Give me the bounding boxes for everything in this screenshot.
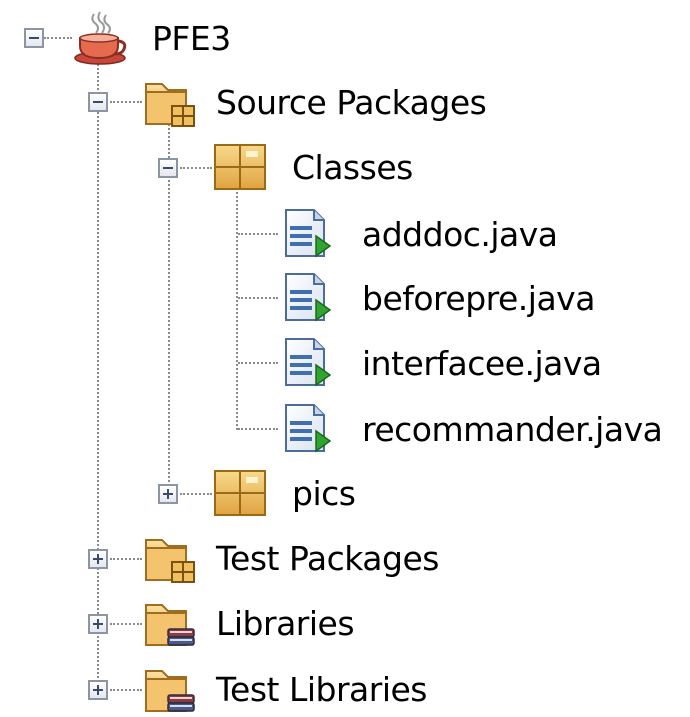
expand-test-packages-toggle[interactable] [88,549,108,569]
tree-connector [236,192,238,430]
tree-connector [238,428,278,430]
tree-node-label: Source Packages [216,82,487,122]
tree-connector [180,493,212,495]
libraries-folder-icon [145,604,195,646]
collapse-classes-toggle[interactable] [158,158,178,178]
tree-node-classes[interactable]: Classes [212,139,413,195]
collapse-source-packages-toggle[interactable] [88,92,108,112]
tree-connector [110,101,142,103]
tree-node-java-file[interactable]: beforepre.java [280,270,595,326]
java-file-icon [285,273,332,322]
test-libraries-folder-icon [145,670,195,712]
tree-connector [44,37,72,39]
tree-node-test-packages[interactable]: Test Packages [142,530,439,586]
tree-node-label: Test Packages [216,538,439,578]
tree-node-label: beforepre.java [362,278,595,318]
tree-node-label: recommander.java [362,409,663,449]
tree-connector [238,297,278,299]
tree-node-label: adddoc.java [362,214,558,254]
tree-node-label: Test Libraries [216,669,428,709]
tree-connector [238,362,278,364]
tree-node-test-libraries[interactable]: Test Libraries [142,661,428,717]
collapse-project-toggle[interactable] [24,28,44,48]
tree-connector [180,167,212,169]
tree-node-pics[interactable]: pics [212,465,356,521]
test-packages-folder-icon [145,539,195,583]
tree-connector [238,233,278,235]
tree-connector [97,60,99,690]
expand-libraries-toggle[interactable] [88,614,108,634]
tree-node-label: Classes [292,147,413,187]
expand-pics-toggle[interactable] [158,484,178,504]
tree-node-java-file[interactable]: recommander.java [280,401,663,457]
tree-node-java-file[interactable]: interfacee.java [280,335,602,391]
java-file-icon [285,404,332,453]
tree-connector [168,124,170,494]
tree-node-source-packages[interactable]: Source Packages [142,74,487,130]
source-packages-folder-icon [145,83,195,127]
java-project-icon [74,11,127,65]
tree-node-java-file[interactable]: adddoc.java [280,206,558,262]
tree-node-label: pics [292,473,356,513]
tree-node-label: Libraries [216,603,355,643]
java-file-icon [285,209,332,258]
package-icon [214,144,266,190]
tree-node-label: PFE3 [152,18,231,58]
tree-connector [110,689,142,691]
tree-node-label: interfacee.java [362,343,602,383]
project-tree: PFE3 Source Packages Classes adddoc.java… [0,0,690,712]
tree-node-libraries[interactable]: Libraries [142,595,355,651]
tree-connector [110,558,142,560]
java-file-icon [285,338,332,387]
package-icon [214,470,266,516]
tree-connector [110,623,142,625]
tree-node-project[interactable]: PFE3 [72,10,231,66]
expand-test-libraries-toggle[interactable] [88,680,108,700]
